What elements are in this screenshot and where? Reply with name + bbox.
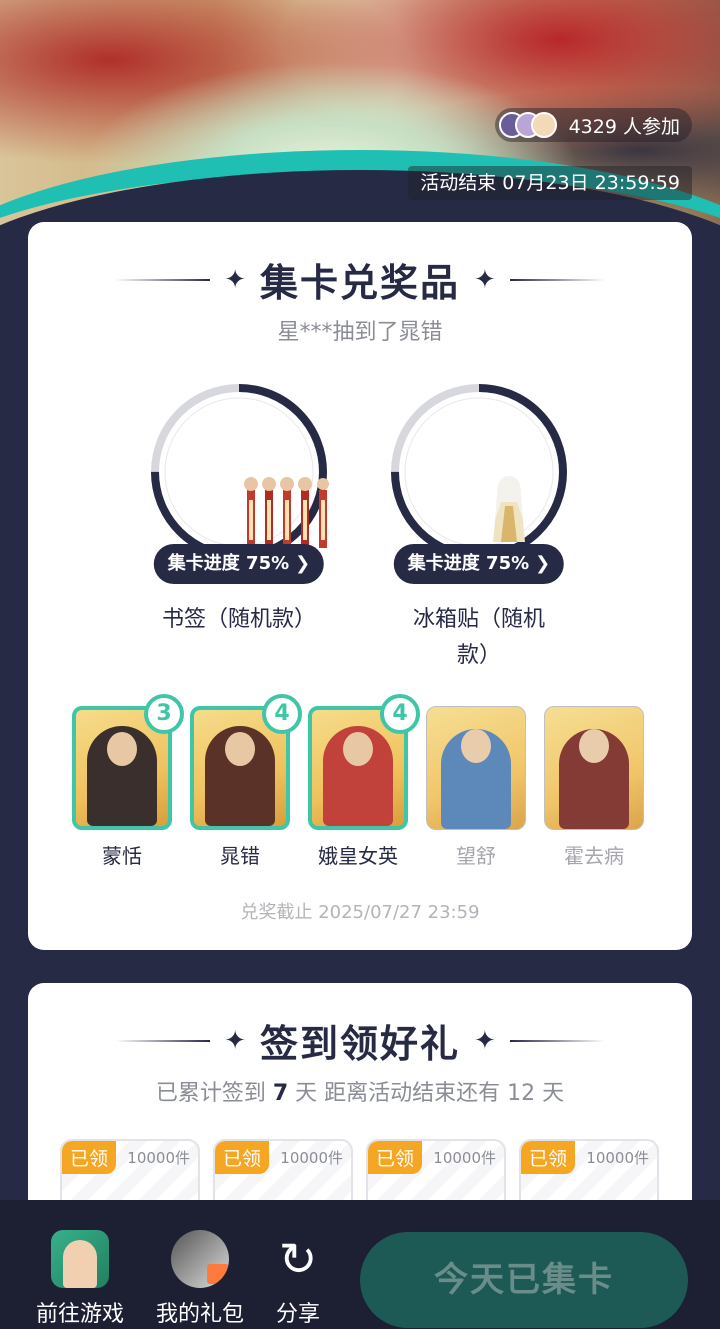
goto-game-label: 前往游戏 — [35, 1302, 124, 1327]
reward-quantity: 10000件 — [433, 1149, 496, 1167]
collect-progress-button[interactable]: 集卡进度 75% ❯ — [393, 544, 565, 584]
card-count-badge: 4 — [262, 694, 302, 734]
progress-label: 集卡进度 75% — [407, 553, 530, 574]
chevron-right-icon: ❯ — [295, 553, 311, 574]
section-title-checkin: ✦ 签到领好礼 ✦ — [28, 1013, 692, 1068]
sparkle-icon: ✦ — [224, 264, 246, 295]
claimed-tag: 已领 — [368, 1141, 423, 1174]
collect-progress-button[interactable]: 集卡进度 75% ❯ — [153, 544, 325, 584]
checkin-summary-rest: 天 距离活动结束还有 12 天 — [288, 1081, 565, 1106]
collect-title: 集卡兑奖品 — [259, 261, 460, 305]
collected-today-button[interactable]: 今天已集卡 — [360, 1232, 688, 1328]
share-button[interactable]: ↻ 分享 — [268, 1230, 328, 1328]
participants-badge: 4329 人参加 — [494, 108, 692, 142]
character-name: 望舒 — [456, 844, 496, 868]
character-card[interactable]: 霍去病 — [544, 706, 644, 869]
reward-quantity: 10000件 — [586, 1149, 649, 1167]
checkin-days: 7 — [272, 1081, 289, 1106]
character-card[interactable]: 4 娥皇女英 — [308, 694, 420, 869]
my-gifts-button[interactable]: 我的礼包 — [150, 1230, 250, 1328]
prize-name: 冰箱贴（随机款） — [412, 607, 545, 668]
character-card[interactable]: 4 晁错 — [190, 694, 302, 869]
checkin-title: 签到领好礼 — [259, 1022, 460, 1066]
character-portrait — [426, 706, 526, 830]
sparkle-icon: ✦ — [474, 1025, 496, 1056]
avatar — [530, 112, 557, 138]
title-divider — [115, 278, 211, 281]
participants-count: 4329 人参加 — [568, 115, 680, 138]
reward-quantity: 10000件 — [127, 1149, 190, 1167]
prize-fridge-magnet[interactable]: 集卡进度 75% ❯ 冰箱贴（随机款） — [379, 382, 579, 674]
sparkle-icon: ✦ — [474, 264, 496, 295]
bottom-action-bar: 前往游戏 我的礼包 ↻ 分享 今天已集卡 — [0, 1200, 720, 1329]
goto-game-button[interactable]: 前往游戏 — [30, 1230, 130, 1328]
character-name: 霍去病 — [564, 844, 624, 868]
checkin-summary: 已累计签到 7 天 距离活动结束还有 12 天 — [28, 1075, 692, 1107]
character-name: 娥皇女英 — [318, 844, 398, 868]
claimed-tag: 已领 — [215, 1141, 270, 1174]
character-name: 晁错 — [220, 844, 260, 868]
progress-label: 集卡进度 75% — [167, 553, 290, 574]
draw-ticker: 星***抽到了晁错 — [277, 320, 443, 345]
character-card[interactable]: 3 蒙恬 — [72, 694, 184, 869]
title-divider — [509, 278, 605, 281]
character-name: 蒙恬 — [102, 844, 142, 868]
chevron-right-icon: ❯ — [535, 553, 551, 574]
collect-card-section: ✦ 集卡兑奖品 ✦ 星***抽到了晁错 集卡进度 75% ❯ 书签（随机款） 集… — [28, 222, 692, 950]
prize-bookmark[interactable]: 集卡进度 75% ❯ 书签（随机款） — [139, 382, 339, 638]
card-count-badge: 4 — [380, 694, 420, 734]
title-divider — [115, 1039, 211, 1042]
checkin-summary-prefix: 已累计签到 — [155, 1081, 273, 1106]
redeem-deadline: 兑奖截止 2025/07/27 23:59 — [240, 902, 480, 923]
gift-package-icon — [171, 1230, 229, 1288]
sparkle-icon: ✦ — [224, 1025, 246, 1056]
character-portrait — [544, 706, 644, 830]
claimed-tag: 已领 — [521, 1141, 576, 1174]
reward-quantity: 10000件 — [280, 1149, 343, 1167]
title-divider — [509, 1039, 605, 1042]
character-card[interactable]: 望舒 — [426, 706, 526, 869]
card-count-badge: 3 — [144, 694, 184, 734]
prize-progress-ring: 集卡进度 75% ❯ — [389, 382, 569, 584]
participant-avatars — [498, 112, 557, 138]
prize-name: 书签（随机款） — [161, 607, 316, 632]
share-label: 分享 — [275, 1302, 320, 1327]
share-icon: ↻ — [278, 1232, 318, 1286]
prize-progress-ring: 集卡进度 75% ❯ — [149, 382, 329, 584]
game-app-icon — [51, 1230, 109, 1288]
section-title-collect: ✦ 集卡兑奖品 ✦ — [28, 252, 692, 307]
claimed-tag: 已领 — [62, 1141, 117, 1174]
character-card-list: 3 蒙恬 4 晁错 4 娥皇女英 望舒 霍去病 — [72, 694, 644, 869]
event-end-time: 活动结束 07月23日 23:59:59 — [408, 166, 692, 200]
my-gifts-label: 我的礼包 — [155, 1302, 244, 1327]
